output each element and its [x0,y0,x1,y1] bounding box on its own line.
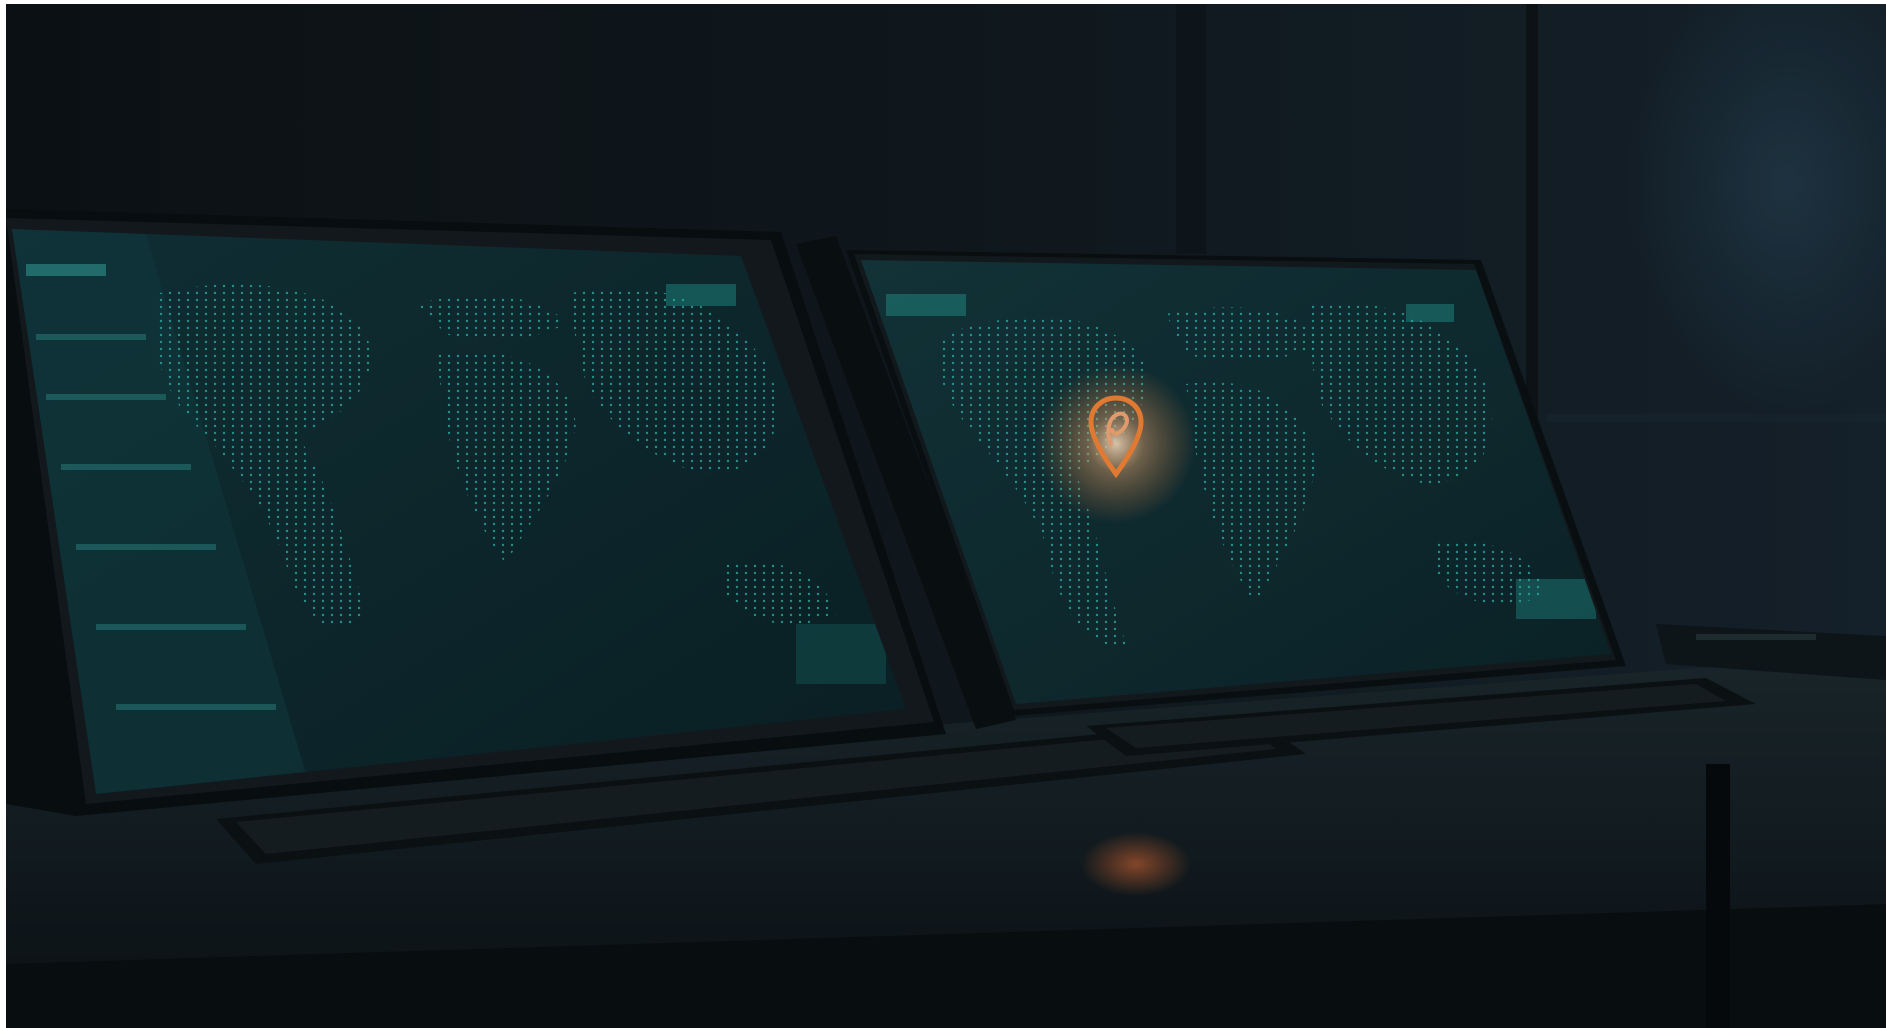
photo [6,4,1886,1028]
